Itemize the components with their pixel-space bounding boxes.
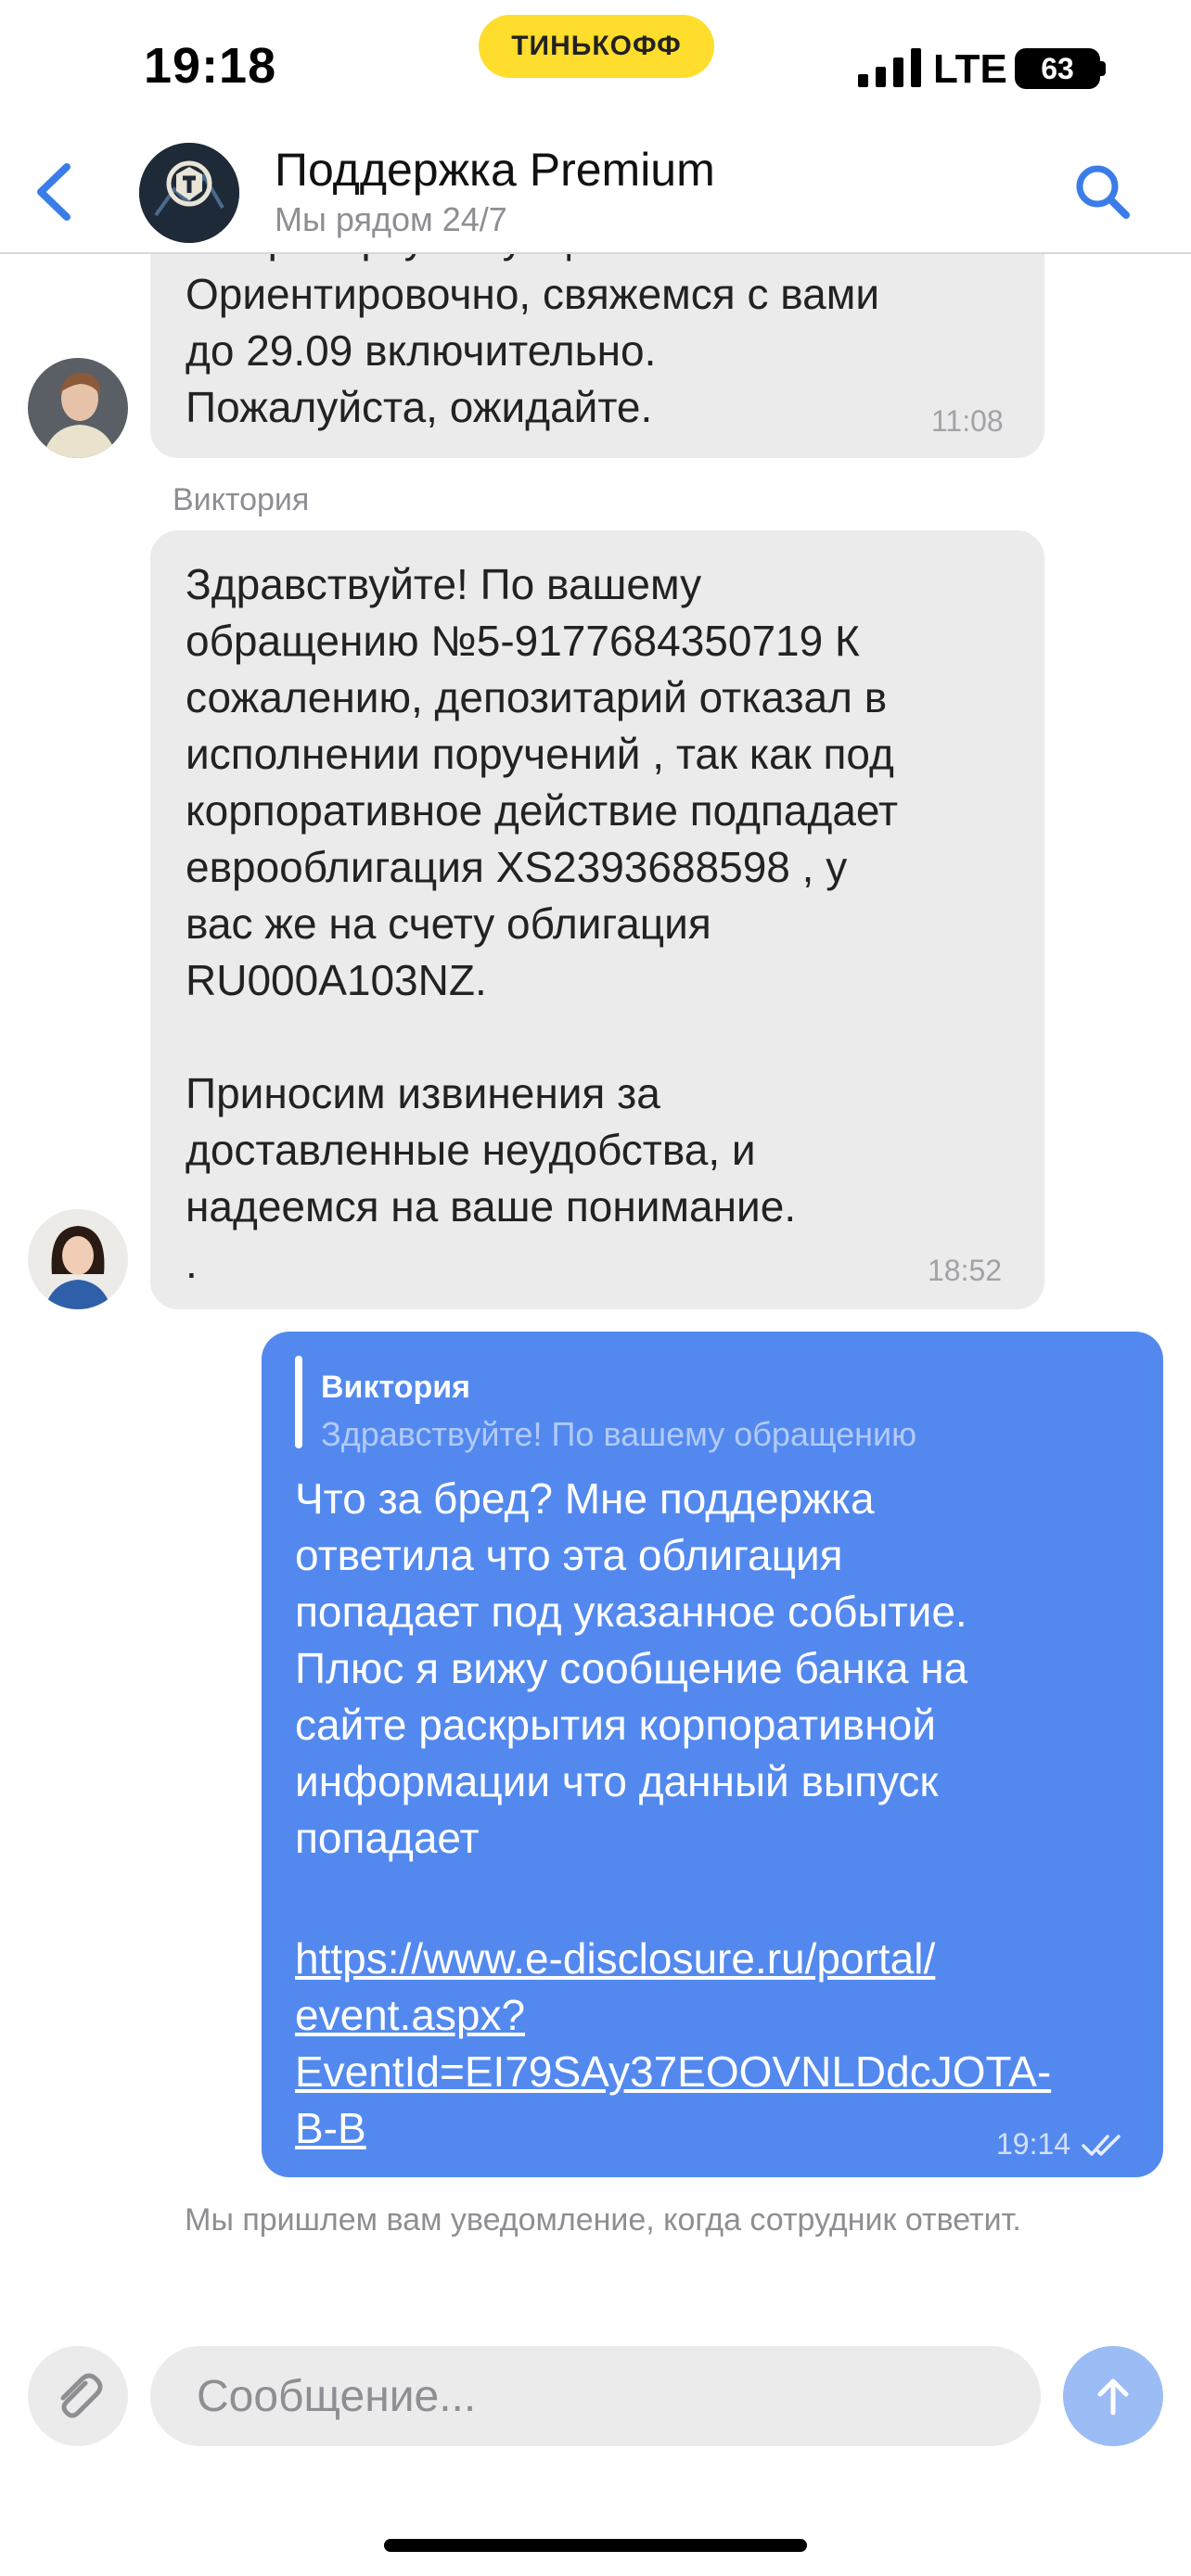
brand-pill: ТИНЬКОФФ bbox=[479, 15, 714, 78]
send-button[interactable] bbox=[1063, 2346, 1163, 2446]
agent-avatar[interactable] bbox=[28, 1209, 128, 1309]
message-text: Что за бред? Мне поддержка ответила что … bbox=[295, 1474, 968, 1862]
send-arrow-icon bbox=[1097, 2378, 1129, 2416]
paperclip-icon bbox=[60, 2373, 103, 2418]
outgoing-message[interactable]: Виктория Здравствуйте! По вашему обращен… bbox=[262, 1332, 1163, 2177]
agent-avatar[interactable] bbox=[28, 358, 128, 458]
chat-header: Поддержка Premium Мы рядом 24/7 bbox=[0, 130, 1191, 254]
network-type: LTE bbox=[933, 46, 1007, 92]
battery-nub bbox=[1100, 61, 1106, 76]
support-avatar[interactable] bbox=[139, 143, 239, 243]
message-time: 18:52 bbox=[928, 1254, 1003, 1287]
chat-title: Поддержка Premium bbox=[275, 144, 715, 196]
signal-icon bbox=[858, 48, 921, 87]
status-bar: 19:18 ТИНЬКОФФ LTE 63 bbox=[0, 0, 1191, 139]
reply-preview[interactable]: Здравствуйте! По вашему обращению bbox=[321, 1406, 1007, 1462]
attach-button[interactable] bbox=[28, 2346, 128, 2446]
status-time: 19:18 bbox=[144, 38, 277, 94]
sender-name: Виктория bbox=[173, 482, 310, 517]
incoming-message[interactable]: Здравствуйте! По вашему обращению №5-917… bbox=[150, 530, 1044, 1309]
message-text: Здравствуйте! По вашему обращению №5-917… bbox=[186, 560, 899, 1287]
message-time: 19:14 bbox=[996, 2127, 1071, 2161]
reply-quote-bar bbox=[295, 1356, 302, 1448]
search-icon[interactable] bbox=[1070, 159, 1135, 224]
bank-logo-icon bbox=[139, 143, 239, 243]
message-time: 11:08 bbox=[931, 404, 1004, 438]
home-indicator bbox=[384, 2539, 807, 2552]
back-chevron-icon[interactable] bbox=[28, 159, 83, 224]
double-check-icon bbox=[1082, 2134, 1121, 2156]
chat-subtitle: Мы рядом 24/7 bbox=[275, 200, 507, 238]
notification-notice: Мы пришлем вам уведомление, когда сотруд… bbox=[185, 2202, 1021, 2238]
message-meta: 19:14 bbox=[996, 2116, 1124, 2173]
battery-icon: 63 bbox=[1015, 48, 1100, 89]
message-input[interactable]: Сообщение... bbox=[150, 2346, 1041, 2446]
